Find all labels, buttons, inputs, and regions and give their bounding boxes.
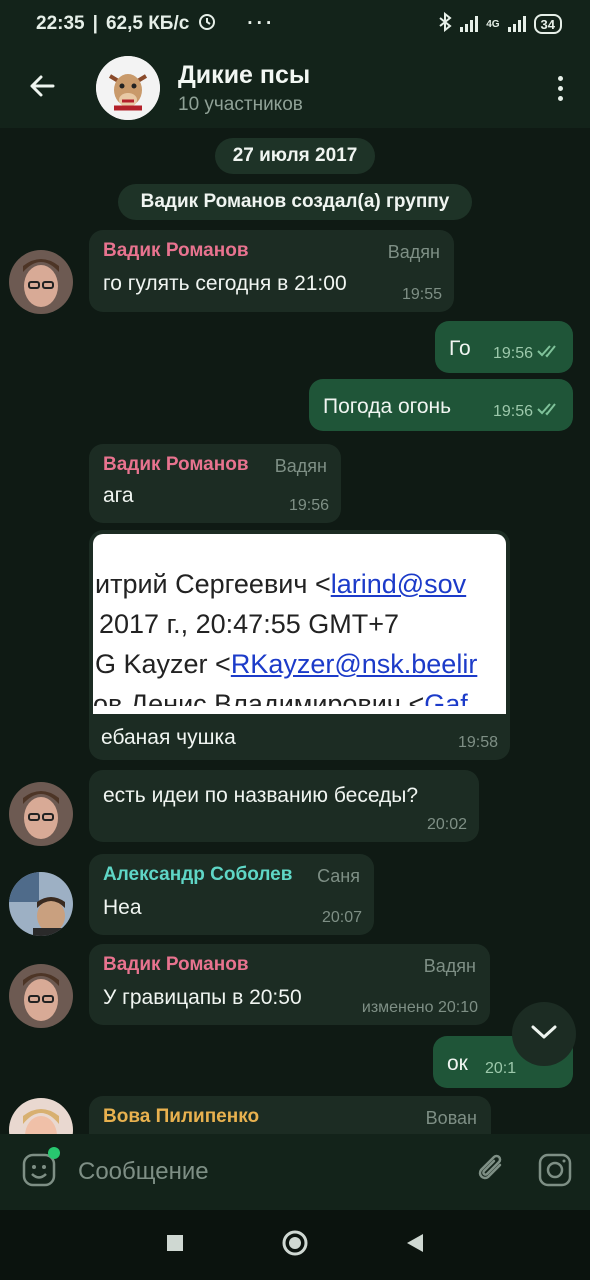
message-text: ебаная чушка	[101, 726, 236, 749]
chevron-down-icon	[531, 1024, 557, 1045]
message-bubble-outgoing[interactable]: Погода огонь 19:56	[309, 379, 573, 431]
nav-square-icon[interactable]	[165, 1233, 185, 1258]
chat-title[interactable]: Дикие псы	[178, 61, 310, 90]
service-message: Вадик Романов создал(а) группу	[118, 184, 472, 220]
nav-circle-icon[interactable]	[281, 1229, 309, 1262]
message-time: 19:58	[457, 734, 498, 751]
message-bubble[interactable]: Вадик Романов Вадян У гравицапы в 20:50 …	[89, 944, 490, 1025]
emoji-button[interactable]	[0, 1146, 78, 1192]
message-time: 19:55	[401, 286, 442, 303]
message-bubble-outgoing[interactable]: Го 19:56	[435, 321, 573, 373]
network-type: 4G	[486, 18, 500, 30]
message-input-bar: Сообщение	[0, 1134, 590, 1210]
battery-icon: 34	[533, 14, 562, 34]
battery-level: 34	[540, 16, 555, 32]
bluetooth-icon	[438, 11, 452, 37]
chat-subtitle[interactable]: 10 участников	[178, 94, 310, 116]
message-list[interactable]: 27 июля 2017 Вадик Романов создал(а) гру…	[0, 128, 590, 1134]
camera-button[interactable]	[520, 1153, 590, 1192]
sender-nick: Вадян	[387, 242, 440, 262]
scroll-down-button[interactable]	[512, 1002, 576, 1066]
message-time: 19:56	[492, 402, 533, 420]
message-time: 19:56	[288, 497, 329, 514]
signal-icon	[460, 16, 479, 32]
nav-back-icon[interactable]	[405, 1232, 425, 1259]
double-check-icon	[537, 402, 561, 421]
status-bar: 22:35 | 62,5 КБ/с ··· 4G 34	[0, 0, 590, 48]
system-nav-bar	[0, 1210, 590, 1280]
avatar[interactable]	[9, 1098, 73, 1134]
group-avatar[interactable]	[96, 56, 160, 120]
back-button[interactable]	[0, 48, 84, 128]
status-speed: 62,5 КБ/с	[105, 13, 190, 34]
back-arrow-icon	[28, 72, 56, 105]
message-time: 20:07	[321, 909, 362, 926]
status-more: ···	[247, 13, 276, 34]
attach-icon	[476, 1153, 508, 1192]
signal-icon-2	[507, 16, 526, 32]
message-bubble[interactable]: Вадик Романов Вадян го гулять сегодня в …	[89, 230, 454, 312]
message-time: 19:56	[492, 344, 533, 362]
sender-nick: Вован	[425, 1108, 477, 1128]
avatar[interactable]	[9, 964, 73, 1028]
message-bubble-photo[interactable]: итрий Сергеевич <larind@sov 2017 г., 20:…	[89, 530, 510, 760]
avatar[interactable]	[9, 250, 73, 314]
message-input[interactable]: Сообщение	[78, 1158, 209, 1186]
date-badge: 27 июля 2017	[215, 138, 375, 174]
photo-attachment[interactable]: итрий Сергеевич <larind@sov 2017 г., 20:…	[93, 534, 506, 714]
message-text: есть идеи по названию беседы?	[103, 784, 419, 807]
avatar[interactable]	[9, 782, 73, 846]
sender-nick: Вадян	[423, 956, 476, 976]
sender-nick: Саня	[317, 866, 360, 886]
message-time: 20:1	[485, 1060, 517, 1077]
avatar[interactable]	[9, 872, 73, 936]
message-bubble[interactable]: Вова Пилипенко Вован	[89, 1096, 491, 1134]
message-time: изменено 20:10	[361, 999, 478, 1016]
attach-button[interactable]	[464, 1153, 520, 1192]
sender-nick: Вадян	[274, 456, 327, 476]
sender-name[interactable]: Вадик Романов	[103, 954, 476, 976]
message-text: го гулять сегодня в 21:00	[103, 272, 347, 295]
status-time: 22:35	[36, 13, 85, 34]
message-time: 20:02	[426, 816, 467, 833]
sender-name[interactable]: Вова Пилипенко	[103, 1106, 477, 1128]
message-bubble[interactable]: Вадик Романов Вадян ага 19:56	[89, 444, 341, 523]
status-dot	[48, 1146, 60, 1159]
double-check-icon	[537, 344, 561, 363]
message-bubble[interactable]: есть идеи по названию беседы? 20:02	[89, 770, 479, 842]
alarm-icon	[197, 11, 217, 37]
message-bubble[interactable]: Александр Соболев Саня Неа 20:07	[89, 854, 374, 935]
chat-header: Дикие псы 10 участников	[0, 48, 590, 128]
more-vertical-icon[interactable]	[530, 48, 590, 128]
camera-icon	[538, 1153, 572, 1192]
